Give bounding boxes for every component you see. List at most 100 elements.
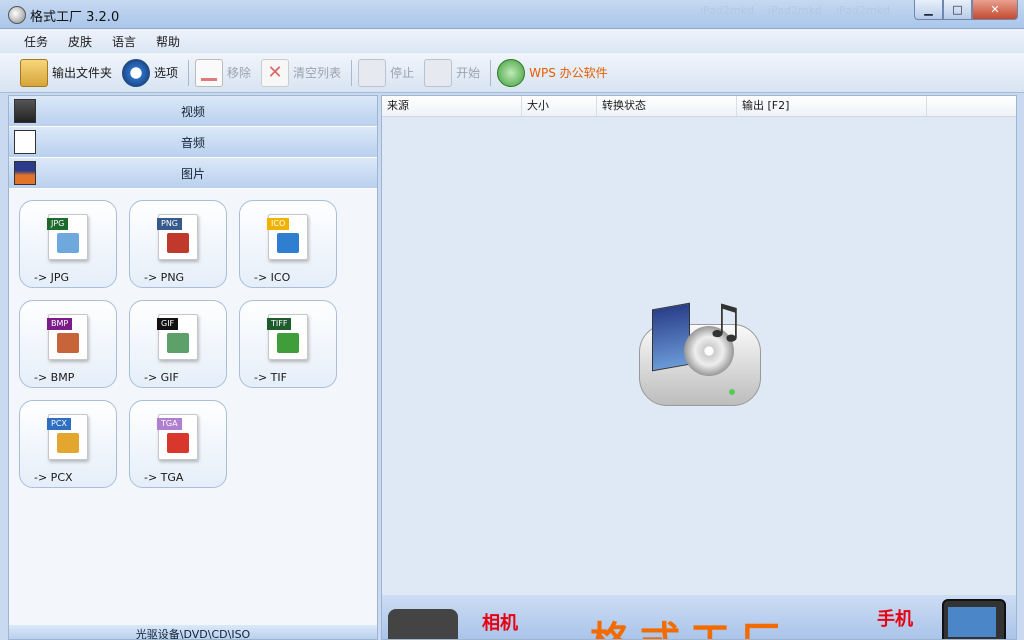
task-list-header: 来源 大小 转换状态 输出 [F2] <box>382 96 1016 117</box>
format-tile-tga[interactable]: TGA -> TGA <box>129 400 227 488</box>
clear-list-button[interactable]: ✕ 清空列表 <box>261 58 342 87</box>
clear-list-icon: ✕ <box>261 58 290 87</box>
format-preview <box>57 333 79 353</box>
format-tag: GIF <box>157 318 179 330</box>
format-tag: PNG <box>157 218 183 230</box>
window-title: 格式工厂 3.2.0 <box>30 10 120 25</box>
format-label: -> PNG <box>144 271 185 284</box>
bmp-file-icon: BMP <box>47 314 88 360</box>
film-icon <box>652 302 690 372</box>
banner-main-text: 格式工厂 <box>590 609 790 639</box>
folder-icon <box>20 58 48 87</box>
remove-label: 移除 <box>227 66 252 80</box>
minimize-icon: ▁ <box>924 3 933 16</box>
menu-bar: 任务 皮肤 语言 帮助 <box>0 29 1024 53</box>
category-audio[interactable]: 音频 <box>9 127 377 158</box>
format-tile-ico[interactable]: ICO -> ICO <box>239 200 337 288</box>
led-icon <box>729 389 735 395</box>
title-bar: 格式工厂 3.2.0 iPad2mkd iPad2mkd iPad2mkd ▁ … <box>0 0 1024 29</box>
menu-help[interactable]: 帮助 <box>146 33 190 50</box>
phone-screen <box>948 607 996 637</box>
format-preview <box>277 233 299 253</box>
toolbar-separator <box>188 59 190 86</box>
category-video-label: 视频 <box>180 104 205 119</box>
options-label: 选项 <box>154 66 179 80</box>
column-size[interactable]: 大小 <box>522 96 597 116</box>
promo-banner[interactable]: 相机 格式工厂 手机 <box>382 595 1016 639</box>
format-label: -> BMP <box>34 371 75 384</box>
format-tile-jpg[interactable]: JPG -> JPG <box>19 200 117 288</box>
background-window-titles: iPad2mkd iPad2mkd iPad2mkd <box>700 4 890 17</box>
start-button[interactable]: 开始 <box>424 58 481 87</box>
column-source[interactable]: 来源 <box>382 96 522 116</box>
start-label: 开始 <box>456 66 481 80</box>
stop-icon <box>358 58 387 87</box>
app-icon[interactable] <box>8 6 26 24</box>
task-list-panel: 来源 大小 转换状态 输出 [F2] ♫ 相机 格式工厂 手机 <box>381 95 1017 640</box>
output-folder-button[interactable]: 输出文件夹 <box>20 58 113 87</box>
maximize-icon: □ <box>952 3 963 16</box>
maximize-button[interactable]: □ <box>943 0 972 20</box>
category-video[interactable]: 视频 <box>9 96 377 127</box>
stop-button[interactable]: 停止 <box>358 58 415 87</box>
wps-icon <box>497 58 526 87</box>
png-file-icon: PNG <box>157 214 198 260</box>
image-format-grid: JPG -> JPG PNG -> PNG ICO -> ICO BMP -> BMP GIF -… <box>19 200 359 490</box>
format-tag: TGA <box>157 418 182 430</box>
stop-label: 停止 <box>390 66 415 80</box>
wps-label: WPS 办公软件 <box>529 66 608 80</box>
wps-button[interactable]: WPS 办公软件 <box>497 58 608 87</box>
format-tile-png[interactable]: PNG -> PNG <box>129 200 227 288</box>
clear-list-label: 清空列表 <box>293 66 342 80</box>
output-folder-label: 输出文件夹 <box>52 66 113 80</box>
format-tile-bmp[interactable]: BMP -> BMP <box>19 300 117 388</box>
column-status[interactable]: 转换状态 <box>597 96 737 116</box>
format-tag: TIFF <box>267 318 292 330</box>
ghost-tab: iPad2mkd <box>768 4 822 17</box>
banner-camera-text: 相机 <box>482 613 518 634</box>
remove-button[interactable]: 移除 <box>195 58 252 87</box>
close-button[interactable]: ✕ <box>972 0 1018 20</box>
format-tag: PCX <box>47 418 71 430</box>
start-icon <box>424 58 453 87</box>
category-image[interactable]: 图片 <box>9 158 377 189</box>
tga-file-icon: TGA <box>157 414 198 460</box>
format-preview <box>277 333 299 353</box>
gif-file-icon: GIF <box>157 314 198 360</box>
format-label: -> GIF <box>144 371 179 384</box>
format-label: -> JPG <box>34 271 70 284</box>
camera-icon <box>388 609 458 639</box>
category-panel: 视频 音频 图片 JPG -> JPG PNG -> PNG ICO -> ICO BMP -… <box>8 95 378 640</box>
music-note-icon: ♫ <box>704 294 746 348</box>
minimize-button[interactable]: ▁ <box>914 0 943 20</box>
jpg-file-icon: JPG <box>47 214 88 260</box>
column-output[interactable]: 输出 [F2] <box>737 96 927 116</box>
format-tag: BMP <box>47 318 73 330</box>
music-note-icon <box>14 130 36 154</box>
format-tag: JPG <box>47 218 69 230</box>
ghost-tab: iPad2mkd <box>700 4 754 17</box>
format-preview <box>167 233 189 253</box>
format-preview <box>57 233 79 253</box>
menu-skin[interactable]: 皮肤 <box>58 33 102 50</box>
toolbar: 输出文件夹 选项 移除 ✕ 清空列表 停止 开始 WPS 办公软件 <box>0 53 1024 93</box>
category-image-label: 图片 <box>180 166 205 181</box>
format-label: -> TGA <box>144 471 184 484</box>
format-preview <box>57 433 79 453</box>
picture-icon <box>14 161 36 185</box>
menu-task[interactable]: 任务 <box>14 33 58 50</box>
category-disc-label: 光驱设备\DVD\CD\ISO <box>135 628 251 639</box>
format-tile-tiff[interactable]: TIFF -> TIF <box>239 300 337 388</box>
options-icon <box>122 58 151 87</box>
options-button[interactable]: 选项 <box>122 58 179 87</box>
video-icon <box>14 99 36 123</box>
format-tile-gif[interactable]: GIF -> GIF <box>129 300 227 388</box>
menu-language[interactable]: 语言 <box>102 33 146 50</box>
format-tile-pcx[interactable]: PCX -> PCX <box>19 400 117 488</box>
format-label: -> PCX <box>34 471 73 484</box>
close-icon: ✕ <box>990 3 1000 16</box>
banner-phone-text: 手机 <box>877 609 913 630</box>
category-disc[interactable]: 光驱设备\DVD\CD\ISO <box>9 625 377 639</box>
format-factory-logo: ♫ <box>634 294 764 406</box>
toolbar-separator <box>490 59 492 86</box>
